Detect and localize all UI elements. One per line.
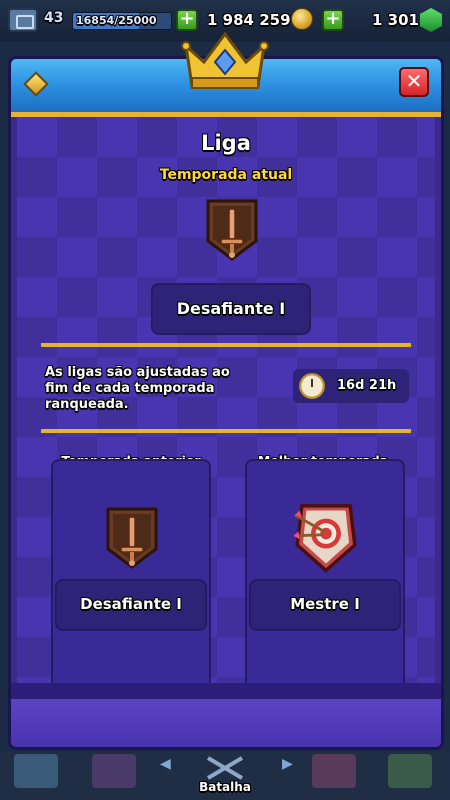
nav-tab-clan[interactable] xyxy=(312,754,356,788)
league-modal: ✕ Liga Temporada atual Desafiante I As l… xyxy=(8,56,444,750)
timer-text: 16d 21h xyxy=(337,378,397,393)
current-league-box: Desafiante I xyxy=(151,283,311,335)
modal-footer-band xyxy=(11,683,441,699)
current-season-label: Temporada atual xyxy=(159,167,293,183)
master-target-shield-icon xyxy=(293,504,357,573)
nav-tab-cards[interactable] xyxy=(92,754,136,788)
season-timer: 16d 21h xyxy=(293,369,409,403)
current-league-name: Desafiante I xyxy=(176,299,286,318)
league-info-text: As ligas são ajustadas ao fim de cada te… xyxy=(45,365,230,412)
gold-amount: 1 984 259 xyxy=(207,11,291,29)
best-league-box: Mestre I xyxy=(249,579,401,631)
bronze-sword-shield-icon xyxy=(106,507,158,569)
xp-icon xyxy=(8,8,38,32)
gold-coin-icon xyxy=(291,8,313,30)
previous-league-name: Desafiante I xyxy=(80,595,182,613)
nav-tab-battle[interactable]: Batalha xyxy=(190,780,260,794)
xp-progress-text: 16854/25000 xyxy=(76,14,157,27)
clock-icon xyxy=(299,373,325,399)
add-gems-button[interactable]: + xyxy=(322,9,344,31)
modal-footer xyxy=(11,699,441,747)
previous-season-card: Desafiante I xyxy=(51,459,211,689)
crown-icon xyxy=(181,31,269,89)
nav-tab-events[interactable] xyxy=(388,754,432,788)
nav-left-arrow-icon: ◀ xyxy=(160,756,171,772)
previous-league-box: Desafiante I xyxy=(55,579,207,631)
best-league-name: Mestre I xyxy=(290,595,360,613)
gems-amount: 1 301 xyxy=(372,11,419,29)
best-season-card: Mestre I xyxy=(245,459,405,689)
bronze-sword-shield-icon xyxy=(206,199,258,261)
nav-right-arrow-icon: ▶ xyxy=(282,756,293,772)
modal-title: Liga xyxy=(201,131,251,155)
divider xyxy=(41,343,411,347)
gem-icon xyxy=(420,8,442,32)
nav-tab-shop[interactable] xyxy=(14,754,58,788)
player-level: 43 xyxy=(44,10,64,26)
divider xyxy=(41,429,411,433)
diamond-icon xyxy=(23,71,49,97)
close-button[interactable]: ✕ xyxy=(399,67,429,97)
battle-swords-icon[interactable] xyxy=(200,754,250,780)
